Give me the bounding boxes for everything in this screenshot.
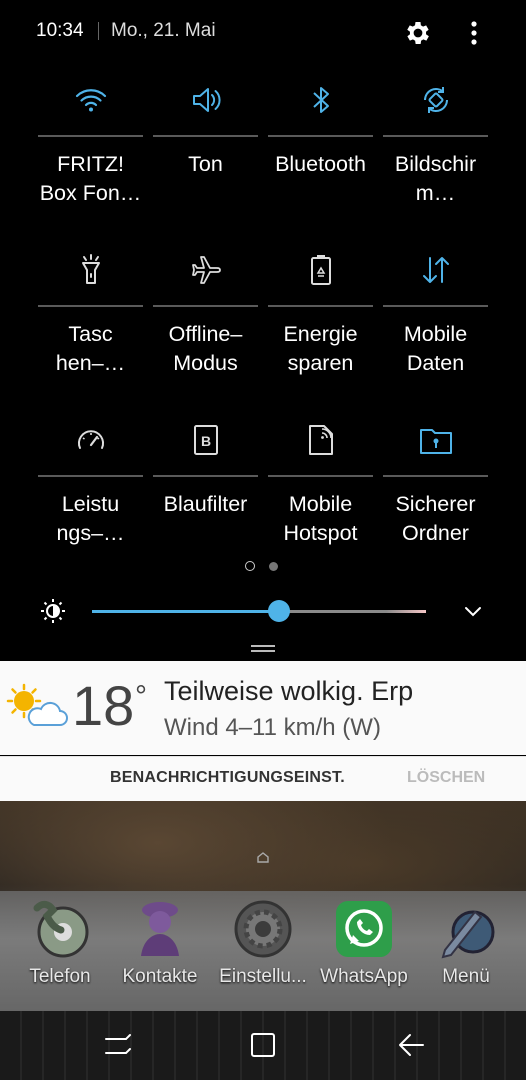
tile-label: Bluetooth (275, 152, 366, 176)
tile-label: Sicherer Ordner (395, 492, 476, 545)
auto-rotate-icon (423, 87, 449, 113)
degree-sign: ° (135, 680, 147, 713)
back-icon[interactable] (396, 1031, 426, 1059)
tile-label: Blaufilter (163, 492, 248, 516)
volume-icon (193, 88, 221, 112)
panel-drag-handle[interactable] (251, 645, 275, 654)
chevron-down-icon[interactable] (460, 600, 486, 622)
brightness-thumb[interactable] (268, 600, 291, 622)
tile-wifi[interactable]: FRITZ! Box Fon… (33, 74, 148, 244)
tile-airplane-mode[interactable]: Offline– Modus (148, 244, 263, 414)
tile-mobile-data[interactable]: Mobile Daten (378, 244, 493, 414)
tile-label: Mobile Hotspot (283, 492, 358, 545)
temperature: 18 (72, 674, 135, 737)
status-header: 10:34 Mo., 21. Mai (0, 0, 526, 66)
app-label: Kontakte (122, 966, 198, 987)
tile-divider (383, 135, 488, 137)
app-contacts[interactable]: Kontakte (110, 898, 210, 988)
tile-divider (38, 135, 143, 137)
tile-label: Energie sparen (283, 322, 358, 375)
svg-text:B: B (201, 433, 211, 449)
brightness-icon (41, 599, 65, 623)
flashlight-icon (82, 254, 100, 284)
tile-label: Leistu ngs–… (56, 492, 125, 545)
phone-icon (33, 900, 89, 958)
secure-folder-icon (420, 429, 452, 454)
brightness-fill (92, 610, 280, 613)
tile-mobile-hotspot[interactable]: Mobile Hotspot (263, 414, 378, 584)
brightness-track-end (386, 610, 426, 613)
app-label: WhatsApp (320, 966, 408, 987)
weather-condition: Teilweise wolkig. Erp (164, 676, 414, 706)
clock: 10:34 (36, 20, 84, 41)
tile-divider (268, 475, 373, 477)
bluetooth-icon (313, 87, 329, 113)
settings-icon[interactable] (403, 18, 433, 48)
tile-divider (383, 475, 488, 477)
home-page-indicator-icon (257, 852, 269, 863)
app-label: Menü (442, 966, 490, 987)
tile-label: Ton (188, 152, 223, 176)
app-whatsapp[interactable]: WhatsApp (314, 898, 414, 988)
tile-divider (38, 475, 143, 477)
tile-divider (268, 135, 373, 137)
more-options-icon[interactable] (462, 18, 486, 48)
menu-app-icon (441, 910, 495, 959)
tile-blue-light-filter[interactable]: B Blaufilter (148, 414, 263, 584)
tile-divider (153, 135, 258, 137)
app-label: Einstellu... (219, 966, 307, 987)
brightness-slider[interactable] (92, 610, 426, 613)
tile-label: Tasc hen–… (55, 322, 126, 375)
tile-label: Bildschir m… (394, 152, 477, 205)
divider (98, 22, 99, 40)
tile-secure-folder[interactable]: Sicherer Ordner (378, 414, 493, 584)
tile-label: Offline– Modus (168, 322, 243, 375)
app-menu[interactable]: Menü (416, 898, 516, 988)
date[interactable]: Mo., 21. Mai (111, 20, 216, 42)
app-phone[interactable]: Telefon (10, 898, 110, 988)
performance-icon (78, 430, 104, 449)
tile-sound[interactable]: Ton (148, 74, 263, 244)
tile-divider (153, 305, 258, 307)
airplane-icon (192, 256, 221, 284)
notification-settings-button[interactable]: BENACHRICHTIGUNGSEINST. (110, 769, 345, 787)
clear-notifications-button[interactable]: LÖSCHEN (407, 769, 485, 787)
whatsapp-icon (336, 901, 392, 957)
home-button-icon[interactable] (248, 1031, 278, 1059)
tile-label: FRITZ! Box Fon… (39, 152, 142, 205)
settings-app-icon (234, 900, 292, 958)
partly-cloudy-icon (6, 683, 68, 726)
tile-divider (383, 305, 488, 307)
tile-power-saving[interactable]: Energie sparen (263, 244, 378, 414)
blue-light-filter-icon: B (194, 425, 218, 455)
wifi-icon (75, 89, 107, 112)
app-label: Telefon (29, 966, 91, 987)
contacts-icon (141, 902, 179, 956)
tile-label: Mobile Daten (403, 322, 468, 375)
tile-bluetooth[interactable]: Bluetooth (263, 74, 378, 244)
page-dot-active[interactable] (245, 561, 255, 571)
hotspot-icon (309, 425, 333, 455)
mobile-data-icon (423, 257, 449, 283)
app-settings[interactable]: Einstellu... (213, 898, 313, 988)
battery-saver-icon (311, 255, 331, 285)
tile-divider (268, 305, 373, 307)
tile-divider (38, 305, 143, 307)
tile-auto-rotate[interactable]: Bildschir m… (378, 74, 493, 244)
wind-info: Wind 4–11 km/h (W) (164, 714, 381, 741)
recents-icon[interactable] (103, 1031, 133, 1059)
page-dot[interactable] (269, 562, 278, 571)
tile-divider (153, 475, 258, 477)
tile-flashlight[interactable]: Tasc hen–… (33, 244, 148, 414)
tile-performance[interactable]: Leistu ngs–… (33, 414, 148, 584)
